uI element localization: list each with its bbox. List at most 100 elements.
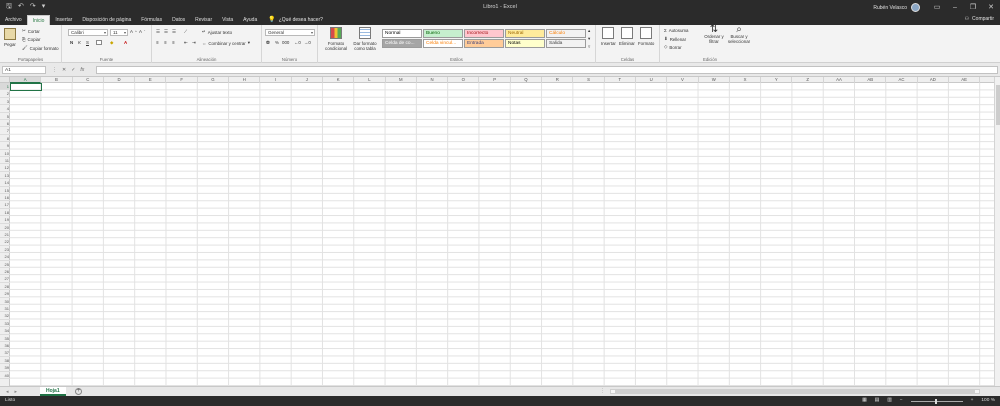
row-header[interactable]: 15: [0, 187, 10, 194]
row-header[interactable]: 10: [0, 150, 10, 157]
cell-area[interactable]: [10, 83, 994, 386]
row-header[interactable]: 3: [0, 98, 10, 106]
row-header[interactable]: 28: [0, 283, 10, 291]
row-header[interactable]: 19: [0, 216, 10, 224]
sheet-tab[interactable]: Hoja1: [40, 387, 66, 396]
cut-button[interactable]: ✂ Cortar: [22, 28, 40, 34]
align-bottom-icon[interactable]: ☰: [172, 29, 176, 35]
tab-revisar[interactable]: Revisar: [190, 15, 217, 25]
row-header[interactable]: 24: [0, 253, 10, 261]
row-header[interactable]: 25: [0, 261, 10, 268]
row-header[interactable]: 4: [0, 105, 10, 113]
row-header[interactable]: 5: [0, 113, 10, 120]
row-header[interactable]: 16: [0, 194, 10, 202]
zoom-out-icon[interactable]: −: [900, 396, 903, 406]
add-sheet-button[interactable]: +: [75, 388, 82, 395]
normal-view-icon[interactable]: ▦: [862, 396, 867, 406]
row-header[interactable]: 21: [0, 231, 10, 239]
paste-button[interactable]: Pegar: [4, 28, 16, 47]
tab-formulas[interactable]: Fórmulas: [136, 15, 167, 25]
fill-color-button[interactable]: ◆: [110, 40, 113, 46]
row-header[interactable]: 1: [0, 83, 10, 91]
ribbon-display-icon[interactable]: ▭: [928, 0, 946, 14]
align-top-icon[interactable]: ☰: [156, 29, 160, 35]
row-header[interactable]: 12: [0, 164, 10, 172]
decrease-decimal-icon[interactable]: →0: [304, 40, 311, 45]
chevron-down-icon[interactable]: ▾: [588, 36, 590, 42]
insert-cells-button[interactable]: Insertar: [601, 27, 616, 46]
sort-filter-button[interactable]: ⇅ Ordenar y filtrar: [702, 25, 726, 45]
row-header[interactable]: 30: [0, 298, 10, 305]
currency-icon[interactable]: ⛃: [266, 40, 270, 46]
fill-button[interactable]: ⬇ Rellenar: [664, 36, 686, 42]
row-header[interactable]: 34: [0, 327, 10, 335]
align-left-icon[interactable]: ≡: [156, 40, 159, 45]
tab-ayuda[interactable]: Ayuda: [238, 15, 262, 25]
font-name-select[interactable]: Calibri ▾: [68, 29, 108, 36]
underline-button[interactable]: S: [86, 40, 89, 45]
active-cell[interactable]: [10, 83, 42, 92]
row-header[interactable]: 36: [0, 342, 10, 350]
zoom-level[interactable]: 100 %: [981, 396, 995, 406]
row-header[interactable]: 37: [0, 349, 10, 357]
scroll-thumb[interactable]: [996, 85, 1000, 125]
tab-disposicion[interactable]: Disposición de página: [77, 15, 136, 25]
comma-style-icon[interactable]: 000: [282, 40, 289, 45]
autosum-button[interactable]: Σ Autosuma: [664, 28, 689, 33]
cell-style-item[interactable]: Notas: [505, 39, 545, 48]
row-header[interactable]: 35: [0, 335, 10, 342]
page-break-view-icon[interactable]: ▥: [887, 396, 892, 406]
copy-button[interactable]: ⎘ Copiar: [22, 37, 40, 42]
align-center-icon[interactable]: ≡: [164, 40, 167, 45]
row-header[interactable]: 32: [0, 312, 10, 320]
prev-sheet-icon[interactable]: ◂: [6, 388, 9, 396]
row-header[interactable]: 29: [0, 290, 10, 298]
clear-button[interactable]: ◇ Borrar: [664, 44, 682, 50]
row-header[interactable]: 23: [0, 246, 10, 254]
bold-button[interactable]: N: [70, 40, 73, 45]
enter-icon[interactable]: ✓: [71, 66, 75, 74]
user-account[interactable]: Rubén Velasco: [873, 3, 920, 12]
format-cells-button[interactable]: Formato: [638, 27, 654, 46]
cell-style-item[interactable]: Salida: [546, 39, 586, 48]
cell-style-item[interactable]: Entrada: [464, 39, 504, 48]
scroll-thumb[interactable]: [615, 390, 975, 393]
next-sheet-icon[interactable]: ▸: [15, 388, 18, 396]
tell-me-box[interactable]: 💡 ¿Qué desea hacer?: [262, 15, 323, 25]
row-header[interactable]: 7: [0, 127, 10, 135]
close-icon[interactable]: ✕: [982, 0, 1000, 14]
find-select-button[interactable]: ⌕ Buscar y seleccionar: [726, 25, 752, 45]
chevron-up-icon[interactable]: ▴: [588, 28, 590, 34]
vertical-scrollbar[interactable]: [994, 77, 1000, 386]
tab-insertar[interactable]: Insertar: [50, 15, 77, 25]
formula-input[interactable]: [96, 66, 998, 74]
outdent-icon[interactable]: ⇥: [192, 40, 196, 46]
share-button[interactable]: ⚇ Compartir: [965, 16, 994, 22]
cell-style-item[interactable]: Cálculo: [546, 29, 586, 38]
zoom-slider[interactable]: [910, 398, 963, 404]
restore-icon[interactable]: ❐: [964, 0, 982, 14]
name-box[interactable]: A1: [2, 66, 46, 74]
save-icon[interactable]: 🖫: [6, 3, 12, 11]
tab-inicio[interactable]: Inicio: [26, 15, 51, 25]
number-format-select[interactable]: General ▾: [265, 29, 315, 36]
row-header[interactable]: 26: [0, 268, 10, 276]
grow-font-button[interactable]: A ^: [130, 29, 137, 34]
more-icon[interactable]: ▿: [588, 44, 590, 50]
wrap-text-button[interactable]: ↵ Ajustar texto: [202, 29, 232, 35]
cell-style-item[interactable]: Incorrecto: [464, 29, 504, 38]
font-color-button[interactable]: A: [124, 40, 127, 45]
undo-icon[interactable]: ↶: [18, 3, 24, 11]
row-header[interactable]: 14: [0, 179, 10, 187]
row-header[interactable]: 20: [0, 224, 10, 231]
italic-button[interactable]: K: [78, 40, 81, 45]
align-middle-icon[interactable]: ☰: [164, 29, 168, 35]
row-header[interactable]: 27: [0, 275, 10, 283]
row-header[interactable]: 2: [0, 90, 10, 98]
font-size-select[interactable]: 11 ▾: [110, 29, 128, 36]
merge-center-button[interactable]: ⇔ Combinar y centrar ▾: [202, 40, 250, 46]
gallery-scroll[interactable]: ▴ ▾ ▿: [588, 28, 590, 50]
row-header[interactable]: 18: [0, 209, 10, 217]
row-header[interactable]: 22: [0, 238, 10, 246]
orientation-icon[interactable]: ⟋: [184, 29, 187, 34]
